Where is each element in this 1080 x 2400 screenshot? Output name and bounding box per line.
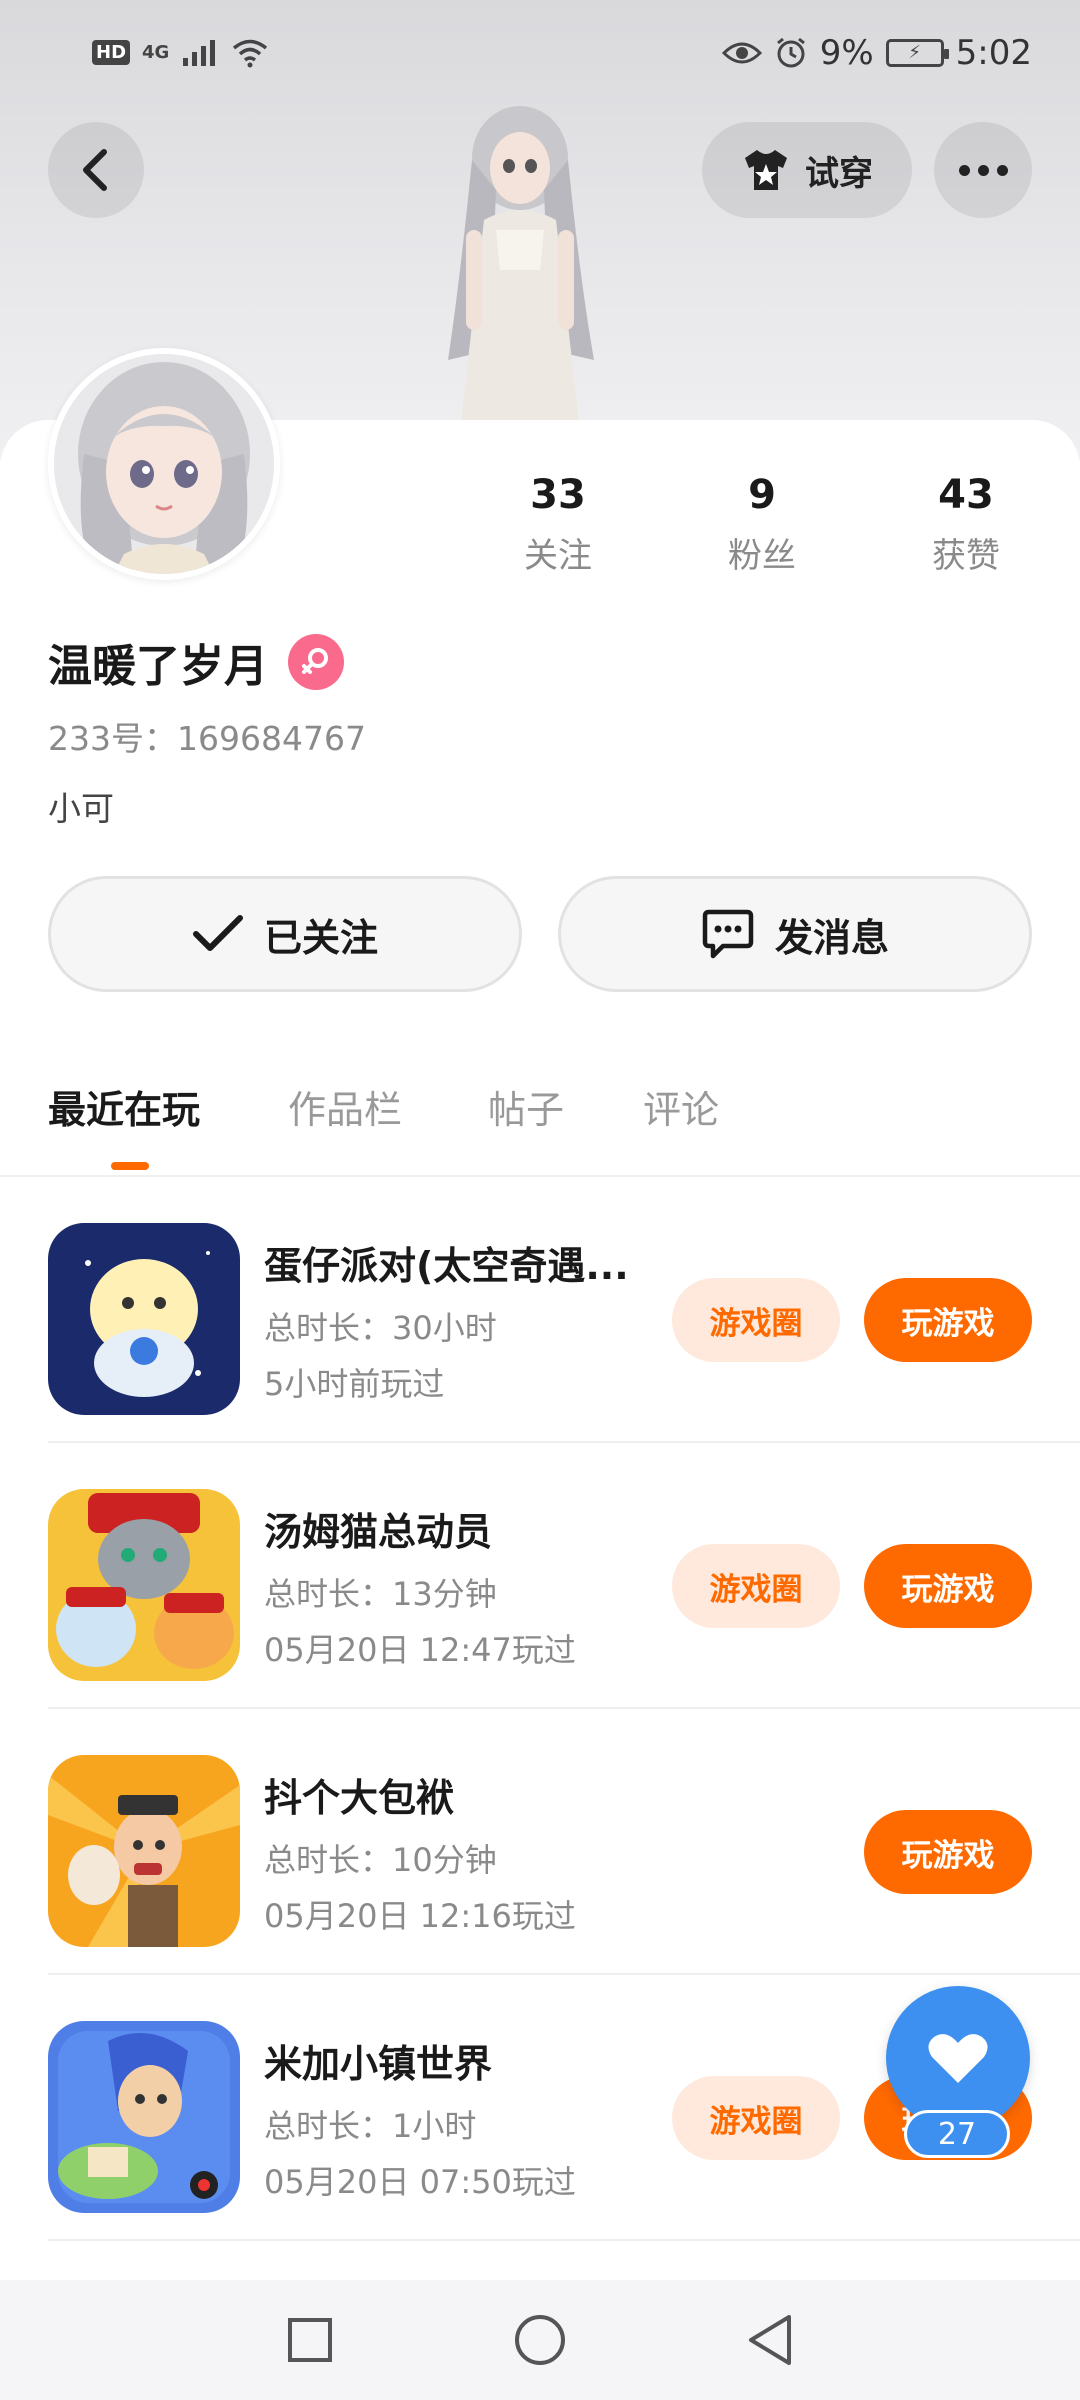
following-count: 33 [530,472,586,518]
like-count-badge: 27 [904,2110,1010,2158]
tom-cat-icon[interactable] [48,1489,240,1681]
profile-avatar[interactable] [48,348,280,580]
profile-tabs: 最近在玩 作品栏 帖子 评论 [0,1080,1080,1176]
system-back-button[interactable] [742,2312,798,2368]
chat-bubble-icon [702,909,754,959]
user-id: 233号：169684767 [48,719,366,758]
recent-apps-button[interactable] [282,2312,338,2368]
wifi-icon [233,39,268,67]
heart-icon [928,2034,988,2083]
alarm-icon [776,37,805,67]
checkmark-icon [192,915,243,951]
try-on-button[interactable]: 试穿 [702,122,912,218]
following-label: 关注 [524,536,592,576]
network-type: 4G [142,42,170,63]
more-options-button[interactable] [934,122,1032,218]
game-last-played: 5小时前玩过 [264,1365,445,1403]
game-row[interactable]: 汤姆猫总动员 总时长：13分钟 05月20日 12:47玩过 游戏圈 玩游戏 [0,1443,1080,1709]
battery-percent: 9% [819,32,874,73]
game-last-played: 05月20日 07:50玩过 [264,2163,576,2201]
followed-label: 已关注 [263,915,378,960]
following-stat[interactable]: 33 关注 [478,470,638,577]
more-dot [958,164,970,176]
tab-posts[interactable]: 帖子 [488,1080,564,1140]
game-circle-button[interactable]: 游戏圈 [672,2076,840,2160]
followers-count: 9 [748,472,776,518]
username-row: 温暖了岁月 [48,630,344,694]
home-button[interactable] [512,2312,568,2368]
play-game-button[interactable]: 玩游戏 [864,1810,1032,1894]
game-title: 汤姆猫总动员 [264,1510,493,1554]
miga-town-icon[interactable] [48,2021,240,2213]
active-tab-indicator [111,1162,149,1170]
likes-stat[interactable]: 43 获赞 [886,470,1046,577]
try-on-label: 试穿 [805,153,873,194]
back-button[interactable] [48,122,144,218]
game-title: 蛋仔派对(太空奇遇... [264,1244,629,1288]
eye-icon [721,42,762,63]
status-bar: HD 4G 9% ⚡ 5:02 [0,0,1080,105]
likes-count: 43 [938,472,994,518]
play-game-button[interactable]: 玩游戏 [864,1544,1032,1628]
tab-works[interactable]: 作品栏 [288,1080,402,1140]
female-gender-icon [288,634,344,690]
signal-icon [183,39,216,66]
battery-icon: ⚡ [885,38,949,67]
eggy-party-icon[interactable] [48,1223,240,1415]
game-duration: 总时长：13分钟 [264,1575,497,1613]
game-duration: 总时长：10分钟 [264,1841,497,1879]
profile-screen: HD 4G 9% ⚡ 5:02 试穿 33 关注 9 粉丝 43 获赞 温暖了岁… [0,0,1080,2400]
avatar-character-illustration [448,106,594,430]
row-divider [48,2239,1080,2241]
game-title: 米加小镇世界 [264,2042,493,2086]
user-bio: 小可 [48,789,114,828]
like-button[interactable] [886,1986,1030,2130]
send-message-label: 发消息 [774,915,889,960]
square-icon [288,2318,332,2362]
game-title: 抖个大包袱 [264,1776,455,1820]
game-row[interactable]: 蛋仔派对(太空奇遇... 总时长：30小时 5小时前玩过 游戏圈 玩游戏 [0,1177,1080,1443]
tab-recently-played[interactable]: 最近在玩 [48,1080,200,1140]
circle-icon [515,2315,565,2365]
username: 温暖了岁月 [48,641,268,692]
baofu-game-icon[interactable] [48,1755,240,1947]
game-circle-button[interactable]: 游戏圈 [672,1278,840,1362]
send-message-button[interactable]: 发消息 [558,876,1032,992]
game-last-played: 05月20日 12:47玩过 [264,1631,576,1669]
game-duration: 总时长：30小时 [264,1309,497,1347]
game-row[interactable]: 抖个大包袱 总时长：10分钟 05月20日 12:16玩过 玩游戏 [0,1709,1080,1975]
play-game-button[interactable]: 玩游戏 [864,1278,1032,1362]
chevron-left-icon [83,149,107,191]
more-dot [996,164,1008,176]
game-last-played: 05月20日 12:16玩过 [264,1897,576,1935]
hd-badge: HD [92,40,131,65]
tshirt-icon [745,150,787,190]
tab-comments[interactable]: 评论 [643,1080,719,1140]
game-duration: 总时长：1小时 [264,2107,477,2145]
triangle-back-icon [749,2315,791,2365]
followed-button[interactable]: 已关注 [48,876,522,992]
followers-label: 粉丝 [728,536,796,576]
avatar-image [54,354,274,574]
followers-stat[interactable]: 9 粉丝 [682,470,842,577]
likes-label: 获赞 [932,536,1000,576]
more-dot [977,164,989,176]
system-navigation-bar [0,2280,1080,2400]
clock: 5:02 [955,32,1032,73]
game-circle-button[interactable]: 游戏圈 [672,1544,840,1628]
